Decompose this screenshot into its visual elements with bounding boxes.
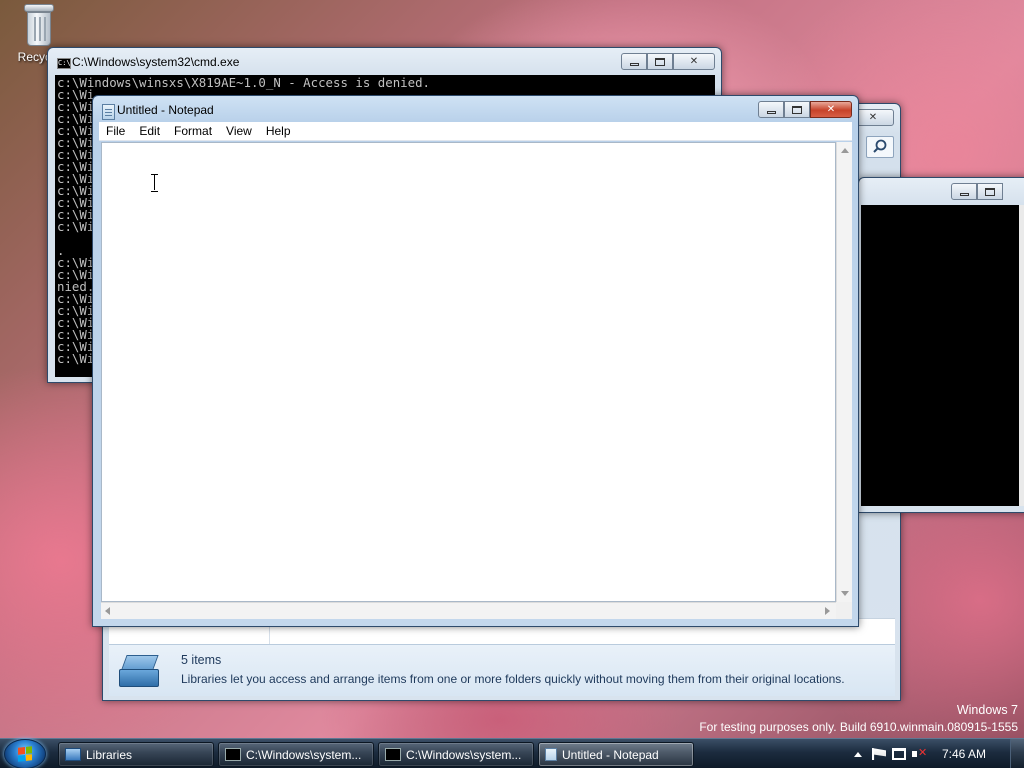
scroll-up-icon[interactable]	[841, 148, 849, 153]
right-window-minimize-button[interactable]	[951, 183, 977, 200]
start-button[interactable]	[4, 739, 46, 768]
cmd-caption-buttons: ✕	[621, 53, 715, 70]
taskbar-button-libraries[interactable]: Libraries	[58, 742, 214, 767]
text-cursor-icon	[151, 174, 158, 192]
maximize-icon	[985, 187, 995, 196]
scroll-right-icon[interactable]	[825, 607, 830, 615]
cmd-icon	[225, 748, 241, 761]
system-tray: 7:46 AM	[848, 739, 986, 768]
build-watermark: For testing purposes only. Build 6910.wi…	[699, 720, 1018, 734]
notepad-close-button[interactable]: ✕	[810, 101, 852, 118]
notepad-icon	[102, 104, 115, 120]
windows-version-watermark: Windows 7	[956, 703, 1018, 717]
close-icon: ✕	[689, 56, 699, 67]
cmd-window-icon: C:\	[57, 58, 71, 69]
item-count: 5 items	[181, 653, 222, 667]
libraries-icon	[65, 748, 81, 761]
scroll-left-icon[interactable]	[105, 607, 110, 615]
show-hidden-icons-icon[interactable]	[854, 751, 862, 757]
menu-help[interactable]: Help	[259, 122, 298, 141]
cmd-close-button[interactable]: ✕	[673, 53, 715, 70]
explorer-details-pane: 5 items Libraries let you access and arr…	[109, 644, 895, 696]
libraries-description: Libraries let you access and arrange ite…	[181, 672, 845, 686]
close-icon: ✕	[826, 104, 836, 115]
maximize-icon	[655, 57, 665, 66]
right-console-output[interactable]	[861, 205, 1021, 506]
show-desktop-button[interactable]	[1010, 739, 1024, 768]
taskbar-button-label: C:\Windows\system...	[246, 747, 362, 762]
taskbar-button-label: C:\Windows\system...	[406, 747, 522, 762]
libraries-icon	[117, 655, 161, 689]
explorer-search-button[interactable]	[866, 136, 894, 158]
network-icon[interactable]	[892, 748, 906, 760]
windows-logo-icon	[18, 746, 32, 762]
right-console-scrollbar[interactable]	[1019, 205, 1024, 506]
notepad-caption-buttons: ✕	[758, 101, 852, 118]
cmd-maximize-button[interactable]	[647, 53, 673, 70]
notepad-minimize-button[interactable]	[758, 101, 784, 118]
minimize-icon	[959, 193, 969, 196]
menu-file[interactable]: File	[99, 122, 132, 141]
cmd-minimize-button[interactable]	[621, 53, 647, 70]
close-icon: ✕	[868, 112, 878, 123]
minimize-icon	[766, 111, 776, 114]
notepad-vertical-scrollbar[interactable]	[836, 142, 852, 602]
right-console-window[interactable]	[858, 177, 1024, 513]
action-center-flag-icon[interactable]	[872, 748, 886, 760]
right-window-maximize-button[interactable]	[977, 183, 1003, 200]
cmd-window-title: C:\Windows\system32\cmd.exe	[72, 55, 240, 69]
minimize-icon	[629, 63, 639, 66]
notepad-maximize-button[interactable]	[784, 101, 810, 118]
cmd-output-line: c:\Windows\winsxs\X819AE~1.0_N - Access …	[57, 75, 430, 90]
search-icon	[873, 139, 887, 153]
clock[interactable]: 7:46 AM	[942, 747, 986, 761]
resize-grip-icon[interactable]	[836, 602, 852, 619]
notepad-title: Untitled - Notepad	[117, 103, 214, 117]
menu-edit[interactable]: Edit	[132, 122, 167, 141]
scroll-down-icon[interactable]	[841, 591, 849, 596]
taskbar: Libraries C:\Windows\system... C:\Window…	[0, 738, 1024, 768]
notepad-window[interactable]: Untitled - Notepad ✕ File Edit Format Vi…	[92, 95, 859, 627]
taskbar-button-cmd-1[interactable]: C:\Windows\system...	[218, 742, 374, 767]
cmd-icon	[385, 748, 401, 761]
taskbar-button-cmd-2[interactable]: C:\Windows\system...	[378, 742, 534, 767]
notepad-menubar: File Edit Format View Help	[99, 122, 852, 141]
menu-format[interactable]: Format	[167, 122, 219, 141]
menu-view[interactable]: View	[219, 122, 259, 141]
taskbar-button-label: Libraries	[86, 747, 133, 762]
notepad-horizontal-scrollbar[interactable]	[101, 602, 836, 619]
maximize-icon	[792, 105, 802, 114]
taskbar-button-label: Untitled - Notepad	[562, 747, 659, 762]
right-window-caption-buttons	[951, 183, 1003, 200]
volume-muted-icon[interactable]	[912, 746, 927, 760]
recycle-bin-icon	[24, 4, 54, 46]
taskbar-button-notepad[interactable]: Untitled - Notepad	[538, 742, 694, 767]
notepad-icon	[545, 748, 557, 761]
notepad-text-area[interactable]	[101, 142, 836, 602]
